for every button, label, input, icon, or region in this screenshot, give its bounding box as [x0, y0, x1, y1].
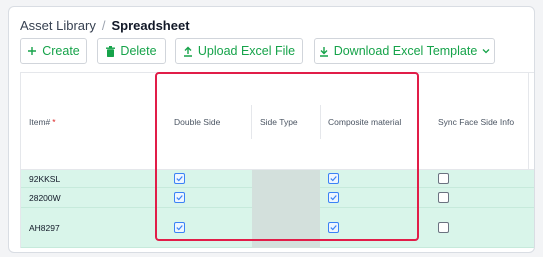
spreadsheet-grid: Item# * Double Side Side Type Composite m… [20, 72, 534, 248]
column-header-double-side[interactable]: Double Side [166, 73, 252, 170]
trash-icon [106, 45, 116, 57]
item-cell[interactable]: 92KKSL [21, 170, 60, 187]
create-button-label: Create [42, 44, 80, 58]
upload-excel-button-label: Upload Excel File [197, 44, 296, 58]
column-header-item[interactable]: Item# * [21, 73, 166, 170]
download-template-button[interactable]: Download Excel Template [314, 38, 495, 64]
column-header-sync-face-side-info-label: Sync Face Side Info [438, 116, 515, 127]
column-header-composite-material[interactable]: Composite material [320, 73, 430, 170]
sync-face-side-info-checkbox[interactable] [438, 192, 449, 203]
upload-excel-button[interactable]: Upload Excel File [175, 38, 303, 64]
download-template-button-label: Download Excel Template [333, 44, 478, 58]
sync-face-side-info-checkbox[interactable] [438, 173, 449, 184]
page-title: Spreadsheet [111, 18, 190, 33]
breadcrumb-asset-library[interactable]: Asset Library [20, 18, 96, 33]
column-header-sync-face-side-info[interactable]: Sync Face Side Info [430, 73, 528, 170]
spreadsheet-panel: Asset Library / Spreadsheet Create Delet… [8, 6, 535, 253]
double-side-checkbox[interactable] [174, 192, 185, 203]
composite-material-checkbox[interactable] [328, 192, 339, 203]
double-side-checkbox[interactable] [174, 173, 185, 184]
composite-material-checkbox[interactable] [328, 173, 339, 184]
composite-material-checkbox[interactable] [328, 222, 339, 233]
item-cell[interactable]: 28200W [21, 188, 61, 207]
create-button[interactable]: Create [20, 38, 87, 64]
item-cell[interactable]: AH8297 [21, 208, 60, 247]
sync-face-side-info-checkbox[interactable] [438, 222, 449, 233]
column-header-item-label: Item# [29, 116, 51, 127]
breadcrumb-separator: / [101, 18, 106, 33]
required-marker: * [52, 116, 56, 127]
column-header-composite-material-label: Composite material [328, 116, 402, 127]
double-side-checkbox[interactable] [174, 222, 185, 233]
delete-button-label: Delete [120, 44, 157, 58]
plus-icon [27, 46, 37, 56]
upload-icon [183, 46, 193, 57]
breadcrumb: Asset Library / Spreadsheet [20, 18, 190, 33]
table-header: Item# * Double Side Side Type Composite m… [21, 73, 534, 170]
column-header-double-side-label: Double Side [174, 116, 221, 127]
column-header-side-type-label: Side Type [260, 116, 298, 127]
delete-button[interactable]: Delete [97, 38, 166, 64]
download-icon [319, 46, 329, 57]
side-type-disabled-cells [252, 170, 320, 248]
column-header-overflow [528, 73, 534, 170]
column-header-side-type[interactable]: Side Type [252, 73, 320, 170]
chevron-down-icon [482, 48, 490, 54]
